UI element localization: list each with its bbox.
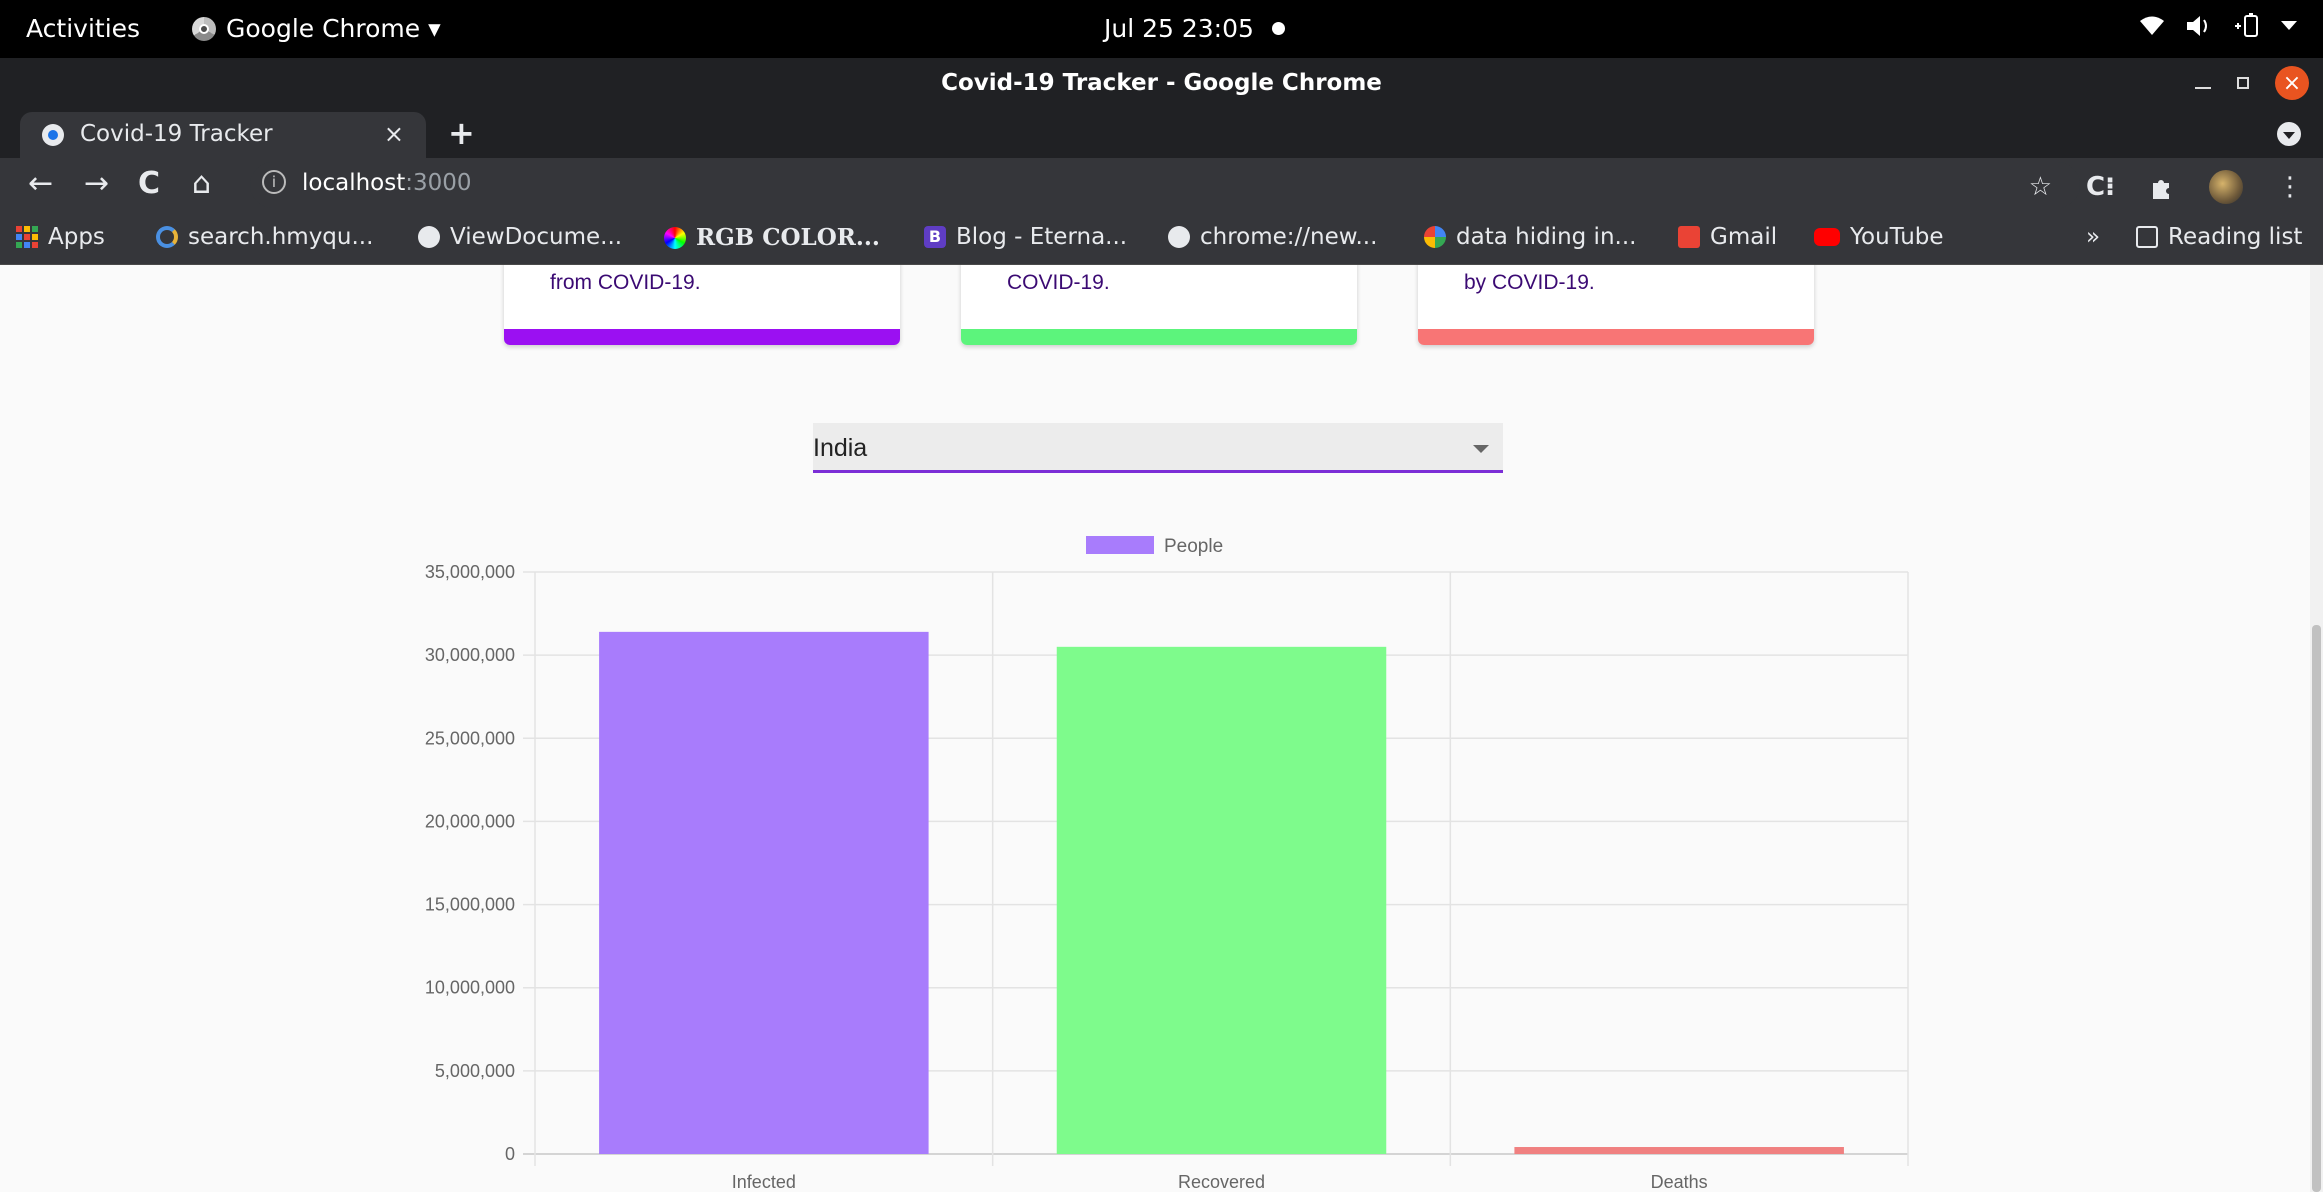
bookmark-youtube[interactable]: YouTube (1814, 224, 1944, 250)
clock[interactable]: Jul 25 23:05 (1104, 14, 1285, 43)
new-tab-button[interactable]: + (448, 114, 475, 152)
chrome-menu-icon[interactable]: ⋮ (2277, 172, 2303, 202)
tab-strip: Covid-19 Tracker × + (0, 110, 2323, 158)
reading-list-icon (2136, 226, 2158, 248)
minimize-button[interactable] (2195, 87, 2211, 89)
tab-search-button[interactable] (2277, 122, 2301, 146)
activities-button[interactable]: Activities (26, 14, 140, 43)
chrome-icon (192, 16, 216, 41)
url-text: localhost:3000 (302, 170, 472, 196)
back-icon[interactable]: ← (28, 166, 53, 201)
address-bar[interactable]: i localhost:3000 (250, 162, 2080, 208)
bookmark-chrome-new[interactable]: chrome://new... (1168, 224, 1377, 250)
bookmarks-overflow-button[interactable]: » (2086, 224, 2100, 250)
y-tick-label: 20,000,000 (425, 811, 515, 831)
y-tick-label: 10,000,000 (425, 978, 515, 998)
bar-deaths (1514, 1147, 1844, 1154)
bookmark-data-hiding[interactable]: data hiding in... (1424, 224, 1636, 250)
tab-close-icon[interactable]: × (384, 120, 404, 148)
bookmark-apps[interactable]: Apps (16, 224, 105, 250)
legend-swatch (1086, 536, 1154, 554)
globe-icon (1168, 226, 1190, 248)
clock-label: Jul 25 23:05 (1104, 14, 1254, 43)
x-tick-label: Recovered (1178, 1172, 1265, 1192)
page-scrollbar-thumb[interactable] (2312, 625, 2321, 1192)
tab-favicon-icon (42, 124, 64, 146)
youtube-icon (1814, 228, 1840, 246)
apps-grid-icon (16, 226, 38, 248)
forward-icon[interactable]: → (84, 166, 109, 201)
window-title: Covid-19 Tracker - Google Chrome (941, 70, 1382, 96)
y-tick-label: 0 (505, 1144, 515, 1164)
legend-label: People (1164, 536, 1223, 557)
y-tick-label: 5,000,000 (435, 1061, 515, 1081)
maximize-button[interactable] (2237, 77, 2249, 89)
bookmark-star-icon[interactable]: ☆ (2029, 172, 2052, 202)
bookmarks-bar: Apps search.hmyqu... ViewDocume... RGB C… (0, 214, 2323, 265)
bookmark-viewdocument[interactable]: ViewDocume... (418, 224, 622, 250)
gmail-icon (1678, 226, 1700, 248)
home-icon[interactable]: ⌂ (192, 166, 211, 201)
bar-infected (599, 631, 929, 1154)
tab-title: Covid-19 Tracker (80, 121, 273, 147)
globe-icon (418, 226, 440, 248)
spinner-icon (156, 226, 178, 248)
wifi-icon (2140, 16, 2164, 35)
bookmark-blog-eterna[interactable]: B Blog - Eterna... (924, 224, 1127, 250)
volume-icon (2187, 16, 2207, 36)
x-tick-label: Infected (732, 1172, 796, 1192)
battery-icon (2235, 13, 2258, 37)
y-tick-label: 30,000,000 (425, 645, 515, 665)
y-tick-label: 25,000,000 (425, 728, 515, 748)
extensions-puzzle-icon[interactable] (2149, 174, 2175, 200)
window-controls: × (2195, 66, 2309, 100)
y-tick-label: 15,000,000 (425, 895, 515, 915)
app-menu-label: Google Chrome ▾ (226, 14, 441, 43)
browser-toolbar: ← → C ⌂ i localhost:3000 ☆ C⁝ ⋮ (0, 158, 2323, 214)
y-tick-label: 35,000,000 (425, 562, 515, 582)
google-icon (1424, 226, 1446, 248)
tab-covid-tracker[interactable]: Covid-19 Tracker × (20, 112, 426, 158)
system-menu-chevron-icon (2281, 21, 2297, 30)
covid-bar-chart: 0 5,000,000 10,000,000 15,000,000 20,000,000… (425, 536, 1909, 1192)
site-info-icon[interactable]: i (262, 170, 286, 194)
profile-avatar[interactable] (2209, 170, 2243, 204)
reload-icon[interactable]: C (138, 166, 160, 201)
close-window-button[interactable]: × (2275, 66, 2309, 100)
x-tick-label: Deaths (1651, 1172, 1708, 1192)
bookmark-gmail[interactable]: Gmail (1678, 224, 1777, 250)
bar-recovered (1056, 646, 1387, 1154)
bookmark-rgb-color[interactable]: RGB COLOR... (664, 224, 880, 251)
notification-dot-icon (1271, 22, 1285, 35)
rgb-icon (664, 226, 686, 249)
bookmark-search-hmyqu[interactable]: search.hmyqu... (156, 224, 373, 250)
page-viewport: from COVID-19. COVID-19. by COVID-19. In… (0, 265, 2310, 1192)
extension-c-icon[interactable]: C⁝ (2086, 172, 2115, 202)
window-title-bar[interactable]: Covid-19 Tracker - Google Chrome × (0, 58, 2323, 110)
app-menu[interactable]: Google Chrome ▾ (192, 14, 441, 43)
blogger-icon: B (924, 226, 946, 248)
system-top-bar: Activities Google Chrome ▾ Jul 25 23:05 (0, 0, 2323, 58)
reading-list-button[interactable]: Reading list (2136, 224, 2302, 250)
system-tray[interactable] (2139, 12, 2297, 40)
